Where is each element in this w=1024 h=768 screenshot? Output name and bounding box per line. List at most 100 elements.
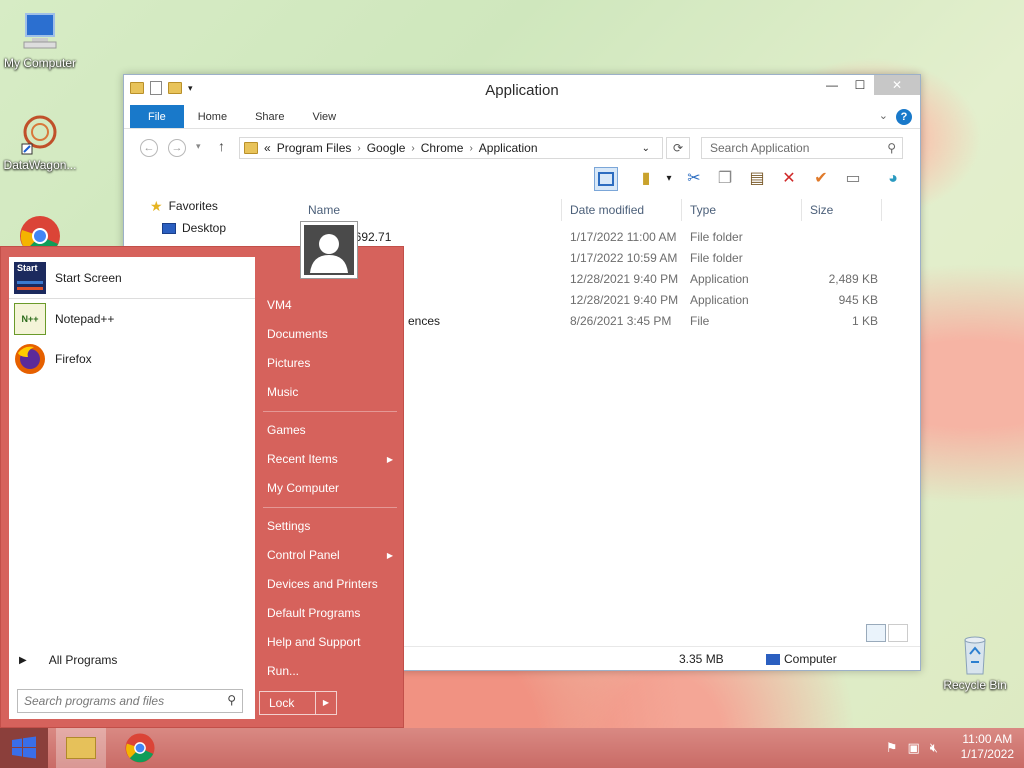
start-item-documents[interactable]: Documents	[259, 320, 405, 349]
status-location-label: Computer	[784, 652, 837, 666]
notepad-plus-plus-icon: N++	[14, 303, 46, 335]
start-button[interactable]	[0, 728, 48, 768]
start-item-pictures[interactable]: Pictures	[259, 349, 405, 378]
separator	[263, 411, 397, 412]
start-item-run[interactable]: Run...	[259, 657, 405, 686]
chevron-right-icon[interactable]: ›	[357, 143, 360, 154]
recent-locations-icon[interactable]: ▾	[196, 141, 201, 152]
breadcrumb-program-files[interactable]: Program Files	[277, 141, 352, 155]
search-input[interactable]: Search Application ⚲	[701, 137, 903, 159]
desktop-icon-label: DataWagon...	[3, 158, 77, 172]
chevron-right-icon[interactable]: ›	[411, 143, 414, 154]
windows-logo-icon	[12, 736, 36, 759]
start-item-recent-items[interactable]: Recent Items ▶	[259, 445, 405, 474]
chevron-down-icon[interactable]: ▾	[657, 167, 681, 191]
clock[interactable]: 11:00 AM 1/17/2022	[961, 732, 1014, 762]
nav-favorites[interactable]: ★ Favorites	[124, 195, 296, 217]
tab-file[interactable]: File	[130, 105, 184, 128]
start-item-devices-and-printers[interactable]: Devices and Printers	[259, 570, 405, 599]
chevron-right-icon[interactable]: ›	[469, 143, 472, 154]
start-item-help-and-support[interactable]: Help and Support	[259, 628, 405, 657]
desktop-icon-datawagon[interactable]: DataWagon...	[0, 112, 80, 172]
minimize-button[interactable]: —	[818, 75, 846, 95]
breadcrumb-chrome[interactable]: Chrome	[421, 141, 464, 155]
taskbar-file-explorer[interactable]	[56, 728, 106, 768]
program-notepad-plus-plus[interactable]: N++ Notepad++	[9, 299, 255, 339]
rename-icon[interactable]: ▭	[841, 167, 865, 191]
expand-ribbon-icon[interactable]: ⌄	[879, 109, 888, 122]
copy-icon[interactable]: ❐	[713, 167, 737, 191]
start-item-games[interactable]: Games	[259, 416, 405, 445]
chevron-down-icon[interactable]: ⌄	[642, 143, 650, 154]
properties-folder-icon[interactable]: ▮	[634, 167, 658, 191]
column-size[interactable]: Size	[802, 199, 882, 221]
tab-view[interactable]: View	[298, 105, 350, 128]
details-view-icon[interactable]	[866, 624, 886, 642]
checkmark-icon[interactable]: ✔	[809, 167, 833, 191]
start-search-input[interactable]: Search programs and files ⚲	[17, 689, 243, 713]
file-date: 8/26/2021 3:45 PM	[570, 314, 672, 328]
column-name[interactable]: Name	[300, 199, 562, 221]
start-item-my-computer[interactable]: My Computer	[259, 474, 405, 503]
folder-icon	[244, 142, 258, 154]
start-item-default-programs[interactable]: Default Programs	[259, 599, 405, 628]
start-item-music[interactable]: Music	[259, 378, 405, 407]
triangle-right-icon: ▶	[386, 455, 393, 464]
nav-label: Desktop	[182, 221, 227, 235]
back-button[interactable]: ←	[140, 139, 158, 157]
lock-button[interactable]: Lock	[260, 692, 316, 714]
user-avatar[interactable]	[301, 222, 357, 278]
globe-icon[interactable]: ◕	[881, 167, 905, 191]
column-type[interactable]: Type	[682, 199, 802, 221]
address-overflow[interactable]: «	[264, 141, 271, 155]
volume-muted-icon[interactable]: 🔇︎	[930, 740, 938, 756]
cut-icon[interactable]: ✂	[682, 167, 706, 191]
program-label: Start Screen	[55, 270, 122, 285]
close-button[interactable]: ✕	[874, 75, 920, 95]
start-item-vm4[interactable]: VM4	[259, 291, 405, 320]
address-bar[interactable]: « Program Files › Google › Chrome › Appl…	[239, 137, 663, 159]
action-center-flag-icon[interactable]: ⚑	[886, 740, 898, 756]
start-item-control-panel[interactable]: Control Panel ▶	[259, 541, 405, 570]
file-date: 1/17/2022 11:00 AM	[570, 230, 677, 244]
search-icon: ⚲	[887, 141, 896, 155]
breadcrumb-google[interactable]: Google	[367, 141, 406, 155]
title-bar[interactable]: ▾ Application — ☐ ✕	[124, 75, 920, 105]
file-type: File folder	[690, 251, 743, 265]
refresh-button[interactable]: ⟳	[666, 137, 690, 159]
lock-options-button[interactable]: ▶	[316, 692, 336, 714]
all-programs-button[interactable]: ▶ All Programs	[19, 653, 117, 667]
network-icon[interactable]: ▣	[908, 740, 920, 756]
maximize-button[interactable]: ☐	[846, 75, 874, 95]
delete-icon[interactable]: ✕	[777, 167, 801, 191]
tab-home[interactable]: Home	[184, 105, 241, 128]
datawagon-icon	[18, 112, 62, 156]
taskbar-chrome[interactable]	[124, 732, 160, 764]
desktop-icon-label: Recycle Bin	[943, 678, 1007, 692]
desktop-icon	[162, 222, 176, 234]
help-button[interactable]: ?	[896, 109, 912, 125]
view-buttons	[866, 624, 908, 642]
up-button[interactable]: ↑	[218, 138, 225, 154]
nav-desktop[interactable]: Desktop	[124, 217, 296, 239]
program-firefox[interactable]: Firefox	[9, 339, 255, 379]
nav-label: Favorites	[168, 199, 218, 213]
column-date-modified[interactable]: Date modified	[562, 199, 682, 221]
start-menu-programs: Start Start Screen N++ Notepad++ Firefox…	[9, 257, 255, 719]
large-icons-view-icon[interactable]	[888, 624, 908, 642]
start-search-placeholder: Search programs and files	[24, 694, 165, 708]
desktop-icon-recycle-bin[interactable]: Recycle Bin	[935, 632, 1015, 692]
start-item-settings[interactable]: Settings	[259, 512, 405, 541]
breadcrumb-application[interactable]: Application	[479, 141, 538, 155]
table-row[interactable]: 3692.71 1/17/2022 11:00 AM File folder	[300, 227, 920, 248]
preview-pane-icon[interactable]	[594, 167, 618, 191]
chrome-icon	[125, 733, 155, 763]
start-screen-icon: Start	[14, 261, 46, 294]
paste-icon[interactable]: ▤	[745, 167, 769, 191]
triangle-right-icon: ▶	[19, 654, 27, 666]
forward-button[interactable]: →	[168, 139, 186, 157]
start-item-label: Recent Items	[267, 452, 338, 466]
program-start-screen[interactable]: Start Start Screen	[9, 257, 255, 299]
tab-share[interactable]: Share	[241, 105, 298, 128]
desktop-icon-my-computer[interactable]: My Computer	[0, 10, 80, 70]
